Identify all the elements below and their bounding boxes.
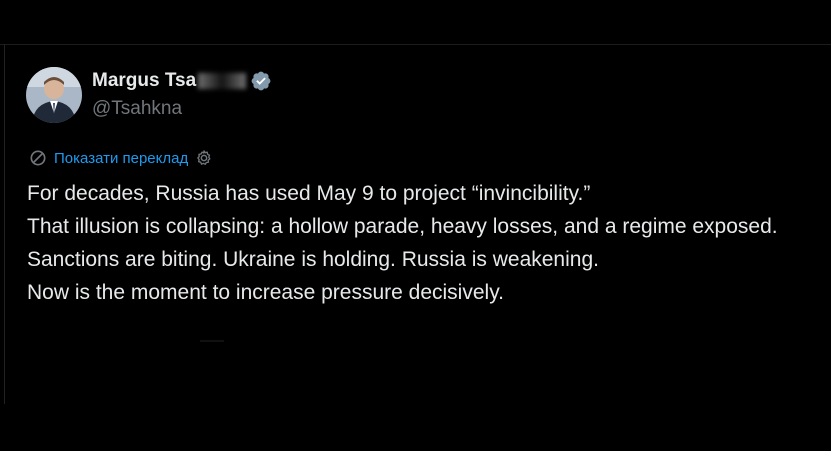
author-display-name[interactable]: Margus Tsa (92, 70, 272, 92)
left-divider (4, 44, 5, 404)
tweet-line: That illusion is collapsing: a hollow pa… (27, 215, 778, 238)
translate-icon (30, 150, 46, 166)
author-handle[interactable]: @Tsahkna (92, 98, 182, 120)
show-translation-link[interactable]: Показати переклад (54, 150, 188, 167)
avatar[interactable] (26, 67, 82, 123)
author-name-text[interactable]: Margus Tsa (92, 70, 196, 92)
tweet-line: For decades, Russia has used May 9 to pr… (27, 182, 591, 205)
tweet-text: For decades, Russia has used May 9 to pr… (27, 177, 817, 309)
avatar-photo (26, 67, 82, 123)
name-redaction (198, 73, 247, 89)
gear-icon[interactable] (194, 148, 214, 168)
tweet-line: Sanctions are biting. Ukraine is holding… (27, 248, 599, 271)
verified-badge-icon (251, 71, 271, 91)
top-divider (0, 44, 831, 45)
translate-row[interactable]: Показати переклад (28, 148, 214, 168)
text-cursor-artifact (200, 340, 224, 342)
tweet-line: Now is the moment to increase pressure d… (27, 281, 504, 304)
